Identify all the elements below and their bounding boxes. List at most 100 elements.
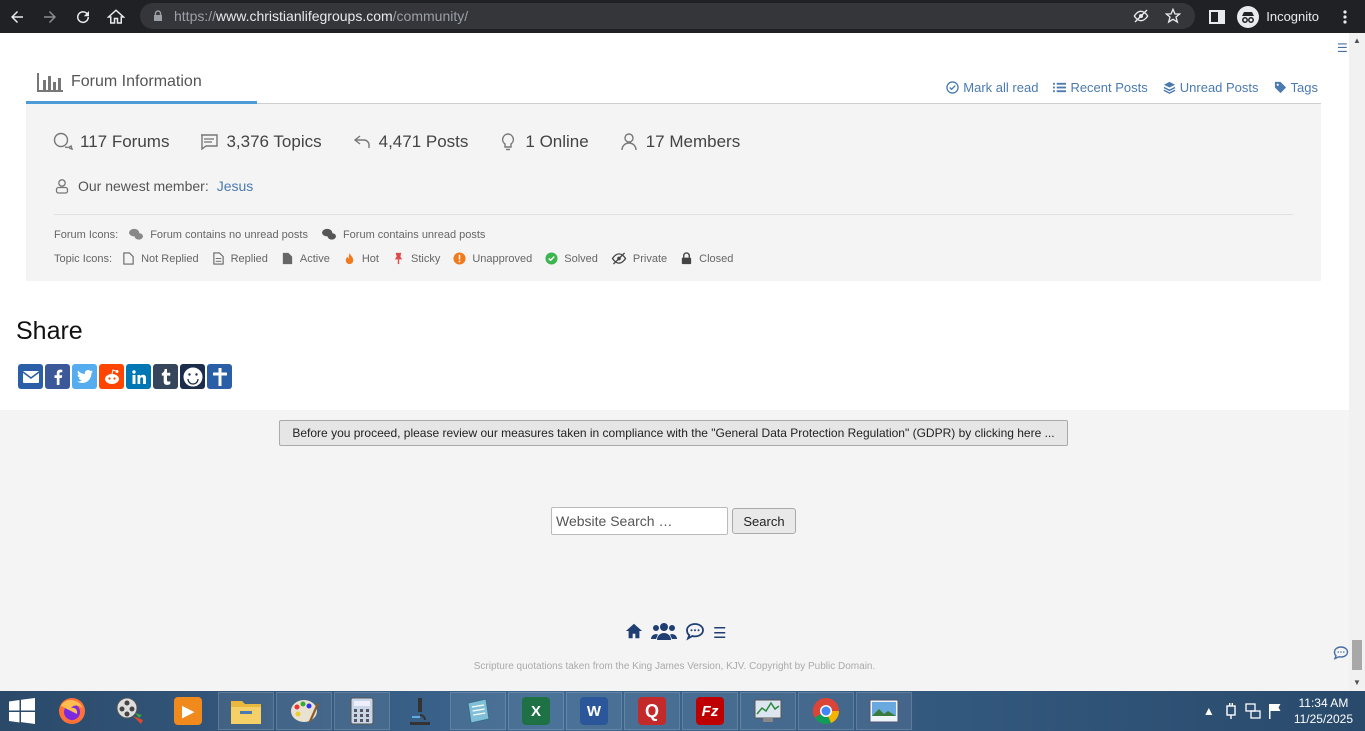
online-icon xyxy=(502,133,515,151)
taskbar-calculator[interactable] xyxy=(334,692,390,730)
address-bar[interactable]: https://www.christianlifegroups.com/comm… xyxy=(140,3,1195,29)
scroll-down-arrow-icon[interactable]: ▼ xyxy=(1349,675,1365,691)
tumblr-icon xyxy=(161,368,170,385)
share-cross-button[interactable] xyxy=(207,364,232,389)
scrollbar-thumb[interactable] xyxy=(1352,640,1362,670)
website-search: Search xyxy=(551,507,796,535)
mark-all-read-link[interactable]: Mark all read xyxy=(946,80,1038,95)
fire-icon xyxy=(345,252,354,265)
share-email-button[interactable] xyxy=(18,364,43,389)
share-reddit-button[interactable] xyxy=(99,364,124,389)
folder-icon xyxy=(231,701,261,724)
taskbar-media-player[interactable]: ▶ xyxy=(160,692,216,730)
users-icon[interactable] xyxy=(651,621,677,641)
legend-item: Forum contains unread posts xyxy=(321,228,485,241)
eye-slash-icon xyxy=(611,252,627,265)
taskbar-excel[interactable]: X xyxy=(508,692,564,730)
envelope-icon xyxy=(22,370,39,383)
newest-member-link[interactable]: Jesus xyxy=(217,178,254,194)
chat-bubble-icon[interactable] xyxy=(1333,645,1349,661)
file-text-icon xyxy=(212,252,224,265)
hamburger-menu-icon[interactable]: ☰ xyxy=(713,624,726,642)
start-button[interactable] xyxy=(0,691,44,731)
forum-information-panel: 117 Forums 3,376 Topics 4,471 Posts 1 On… xyxy=(26,104,1321,281)
legend-item: Replied xyxy=(212,252,268,265)
reload-button[interactable] xyxy=(67,2,99,32)
stat-forums: 117 Forums xyxy=(53,132,169,152)
share-smiley-button[interactable] xyxy=(180,364,205,389)
forward-button[interactable] xyxy=(34,2,66,32)
comment-icon[interactable] xyxy=(685,621,705,641)
taskbar-photo-viewer[interactable] xyxy=(856,692,912,730)
legend-item: Forum contains no unread posts xyxy=(128,228,308,241)
browser-right-controls: Incognito xyxy=(1209,0,1365,33)
hamburger-menu-icon[interactable]: ☰ xyxy=(1337,41,1348,55)
taskbar-movie-maker[interactable] xyxy=(102,692,158,730)
eye-off-icon[interactable] xyxy=(1133,8,1149,24)
clock-time: 11:34 AM xyxy=(1298,696,1349,710)
share-facebook-button[interactable] xyxy=(45,364,70,389)
star-icon[interactable] xyxy=(1165,8,1181,24)
forum-icons-legend: Forum Icons: Forum contains no unread po… xyxy=(54,228,486,241)
photo-icon xyxy=(869,699,899,723)
taskbar-file-explorer[interactable] xyxy=(218,692,274,730)
taskbar-chrome[interactable] xyxy=(798,692,854,730)
reddit-icon xyxy=(104,368,119,384)
system-tray: ▲ 11:34 AM 11/25/2025 xyxy=(1198,691,1365,731)
topics-icon xyxy=(201,134,219,151)
search-button[interactable]: Search xyxy=(732,508,796,534)
taskbar-task-manager[interactable] xyxy=(740,692,796,730)
gdpr-button[interactable]: Before you proceed, please review our me… xyxy=(279,420,1068,446)
smiley-icon xyxy=(182,366,203,387)
home-icon[interactable] xyxy=(625,622,643,640)
forum-actions: Mark all read Recent Posts Unread Posts … xyxy=(946,80,1318,95)
list-icon xyxy=(1053,82,1067,93)
legend-item: Closed xyxy=(680,252,733,265)
calculator-icon xyxy=(350,697,374,725)
check-circle-icon xyxy=(946,81,960,94)
taskbar-notepad[interactable] xyxy=(450,692,506,730)
tray-expand-icon[interactable]: ▲ xyxy=(1198,691,1220,731)
filezilla-icon: Fz xyxy=(696,697,724,725)
cross-icon xyxy=(212,367,227,386)
scroll-up-arrow-icon[interactable]: ▲ xyxy=(1349,33,1365,49)
incognito-badge[interactable]: Incognito xyxy=(1237,5,1319,28)
share-heading: Share xyxy=(16,317,83,345)
recent-posts-link[interactable]: Recent Posts xyxy=(1053,80,1148,95)
flag-icon[interactable] xyxy=(1264,691,1286,731)
play-icon: ▶ xyxy=(174,697,202,725)
footer-nav: ☰ xyxy=(625,619,726,642)
linkedin-icon xyxy=(131,369,146,384)
taskbar-microscope[interactable] xyxy=(392,692,448,730)
share-twitter-button[interactable] xyxy=(72,364,97,389)
share-tumblr-button[interactable] xyxy=(153,364,178,389)
topic-icons-legend: Topic Icons: Not Replied Replied Active … xyxy=(54,252,734,265)
taskbar-qbittorrent[interactable]: Q xyxy=(624,692,680,730)
system-clock[interactable]: 11:34 AM 11/25/2025 xyxy=(1294,695,1353,727)
website-search-input[interactable] xyxy=(551,507,728,535)
taskbar-firefox[interactable] xyxy=(44,692,100,730)
stat-topics: 3,376 Topics xyxy=(199,132,322,152)
unread-posts-link[interactable]: Unread Posts xyxy=(1163,80,1259,95)
taskbar-word[interactable]: W xyxy=(566,692,622,730)
power-plug-icon[interactable] xyxy=(1220,691,1242,731)
share-linkedin-button[interactable] xyxy=(126,364,151,389)
kebab-menu-icon[interactable] xyxy=(1337,9,1353,25)
page-scrollbar[interactable]: ▲ ▼ xyxy=(1349,33,1365,691)
clock-date: 11/25/2025 xyxy=(1293,712,1353,726)
check-circle-icon xyxy=(545,252,558,265)
url-host: www.christianlifegroups.com xyxy=(216,8,393,24)
stat-members: 17 Members xyxy=(619,132,740,152)
footer-copyright: Scripture quotations taken from the King… xyxy=(473,661,876,672)
q-app-icon: Q xyxy=(638,697,666,725)
firefox-icon xyxy=(59,698,85,724)
tags-link[interactable]: Tags xyxy=(1274,80,1318,95)
side-panel-icon[interactable] xyxy=(1209,9,1226,25)
excel-icon: X xyxy=(522,697,550,725)
newest-member-label: Our newest member: xyxy=(78,178,209,194)
back-button[interactable] xyxy=(1,2,33,32)
network-icon[interactable] xyxy=(1242,691,1264,731)
taskbar-paint[interactable] xyxy=(276,692,332,730)
taskbar-filezilla[interactable]: Fz xyxy=(682,692,738,730)
home-button[interactable] xyxy=(100,2,132,32)
